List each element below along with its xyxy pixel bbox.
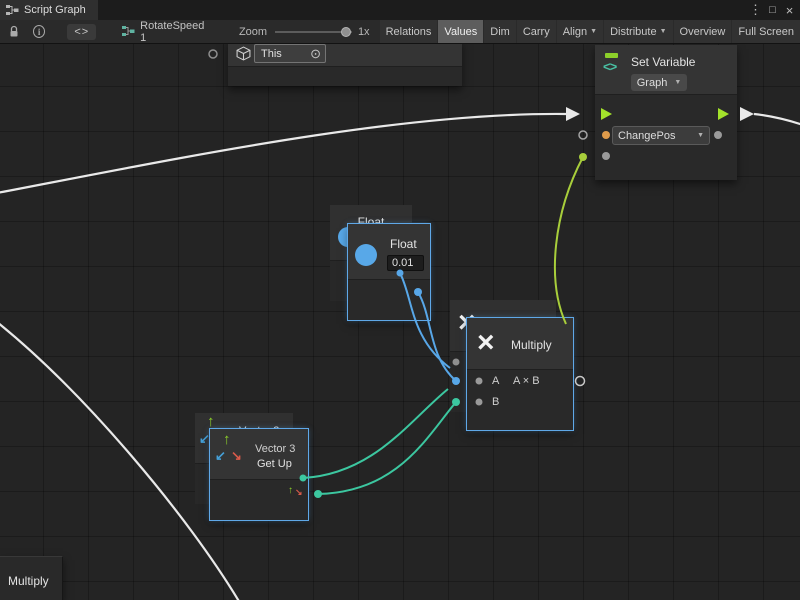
maximize-icon[interactable]: □ xyxy=(764,4,781,16)
carry-button[interactable]: Carry xyxy=(517,20,556,44)
this-label: This xyxy=(261,48,282,60)
code-preview-toggle[interactable]: <> xyxy=(67,24,96,40)
overview-button[interactable]: Overview xyxy=(674,20,732,44)
values-button[interactable]: Values xyxy=(438,20,483,44)
multiply-icon: × xyxy=(477,328,495,358)
variable-scope-dropdown[interactable]: Graph ▼ xyxy=(631,74,687,91)
tab-script-graph[interactable]: Script Graph xyxy=(0,0,98,20)
graph-asset-name[interactable]: RotateSpeed 1 xyxy=(140,20,209,44)
full-screen-button[interactable]: Full Screen xyxy=(732,20,800,44)
variable-scope-label: Graph xyxy=(637,77,668,89)
float-node[interactable]: Float xyxy=(348,224,430,320)
close-icon[interactable]: × xyxy=(781,3,798,18)
toolbar: i <> RotateSpeed 1 Zoom 1x Relations Val… xyxy=(0,20,800,44)
vector3-title: Vector 3 xyxy=(255,443,295,455)
align-dropdown-button[interactable]: Align ▼ xyxy=(557,20,603,44)
window-controls: ⋮ □ × xyxy=(747,0,798,20)
graph-asset-icon xyxy=(122,25,135,38)
vector3-ghost-sw-arrow-icon: ↙ xyxy=(199,431,210,447)
vector3-get-up-node[interactable]: ↑ ↙ ↘ Vector 3 Get Up ↑ ↘ xyxy=(210,429,308,520)
multiply-port-a-label: A xyxy=(492,375,499,387)
vector3-up-arrow-icon: ↑ xyxy=(223,431,231,448)
distribute-label: Distribute xyxy=(610,26,656,38)
align-label: Align xyxy=(563,26,587,38)
relations-button[interactable]: Relations xyxy=(380,20,438,44)
chevron-down-icon: ▼ xyxy=(697,132,704,139)
variable-icon-dot xyxy=(605,53,618,58)
chevron-down-icon: ▼ xyxy=(590,28,597,35)
this-output-port[interactable]: ⊙ xyxy=(310,46,321,62)
multiply-result-label: A × B xyxy=(513,375,540,387)
info-icon[interactable]: i xyxy=(33,25,45,38)
multiply-port-b-label: B xyxy=(492,396,499,408)
variable-name-dropdown[interactable]: ChangePos ▼ xyxy=(612,126,710,145)
dim-button[interactable]: Dim xyxy=(484,20,516,44)
vector3-output-type-icon-up: ↑ xyxy=(288,485,293,496)
distribute-dropdown-button[interactable]: Distribute ▼ xyxy=(604,20,672,44)
this-self-field[interactable]: This ⊙ xyxy=(254,44,326,63)
this-node[interactable]: This ⊙ xyxy=(228,40,462,86)
cube-icon xyxy=(236,46,251,61)
set-variable-node[interactable]: <> Set Variable Graph ▼ ChangePos ▼ xyxy=(595,45,737,180)
set-variable-title: Set Variable xyxy=(631,55,695,69)
multiply-node[interactable]: × Multiply A A × B B xyxy=(467,318,573,430)
float-icon xyxy=(355,244,377,266)
zoom-slider-knob[interactable] xyxy=(341,27,351,37)
window-menu-icon[interactable]: ⋮ xyxy=(747,2,764,18)
vector3-sw-arrow-icon: ↙ xyxy=(215,448,226,464)
lock-icon[interactable] xyxy=(8,25,20,38)
variable-icon: <> xyxy=(603,51,627,74)
multiply-title: Multiply xyxy=(511,338,552,352)
variable-name-label: ChangePos xyxy=(618,130,694,142)
zoom-label: Zoom xyxy=(239,26,267,38)
float-title: Float xyxy=(390,237,417,251)
vector3-output-type-icon-se: ↘ xyxy=(295,487,303,498)
float-value-field[interactable] xyxy=(387,255,424,271)
vector3-se-arrow-icon: ↘ xyxy=(231,448,242,464)
script-graph-icon xyxy=(6,4,19,17)
chevron-down-icon: ▼ xyxy=(674,79,681,86)
variable-icon-brackets: <> xyxy=(603,59,616,74)
zoom-slider[interactable] xyxy=(275,25,352,39)
vector3-ghost-up-arrow-icon: ↑ xyxy=(207,413,215,430)
zoom-value: 1x xyxy=(358,26,370,38)
offscreen-multiply-node[interactable]: Multiply xyxy=(0,556,63,600)
vector3-subtitle: Get Up xyxy=(257,458,292,470)
chevron-down-icon: ▼ xyxy=(660,28,667,35)
offscreen-multiply-title: Multiply xyxy=(8,574,49,588)
script-graph-window: Float × ↑ ↙ Vector 3 This ⊙ <> Set Varia… xyxy=(0,0,800,600)
toolbar-button-group: Relations Values Dim Carry Align ▼ Distr… xyxy=(380,20,800,44)
title-bar: Script Graph ⋮ □ × xyxy=(0,0,800,20)
tab-title: Script Graph xyxy=(24,4,86,16)
